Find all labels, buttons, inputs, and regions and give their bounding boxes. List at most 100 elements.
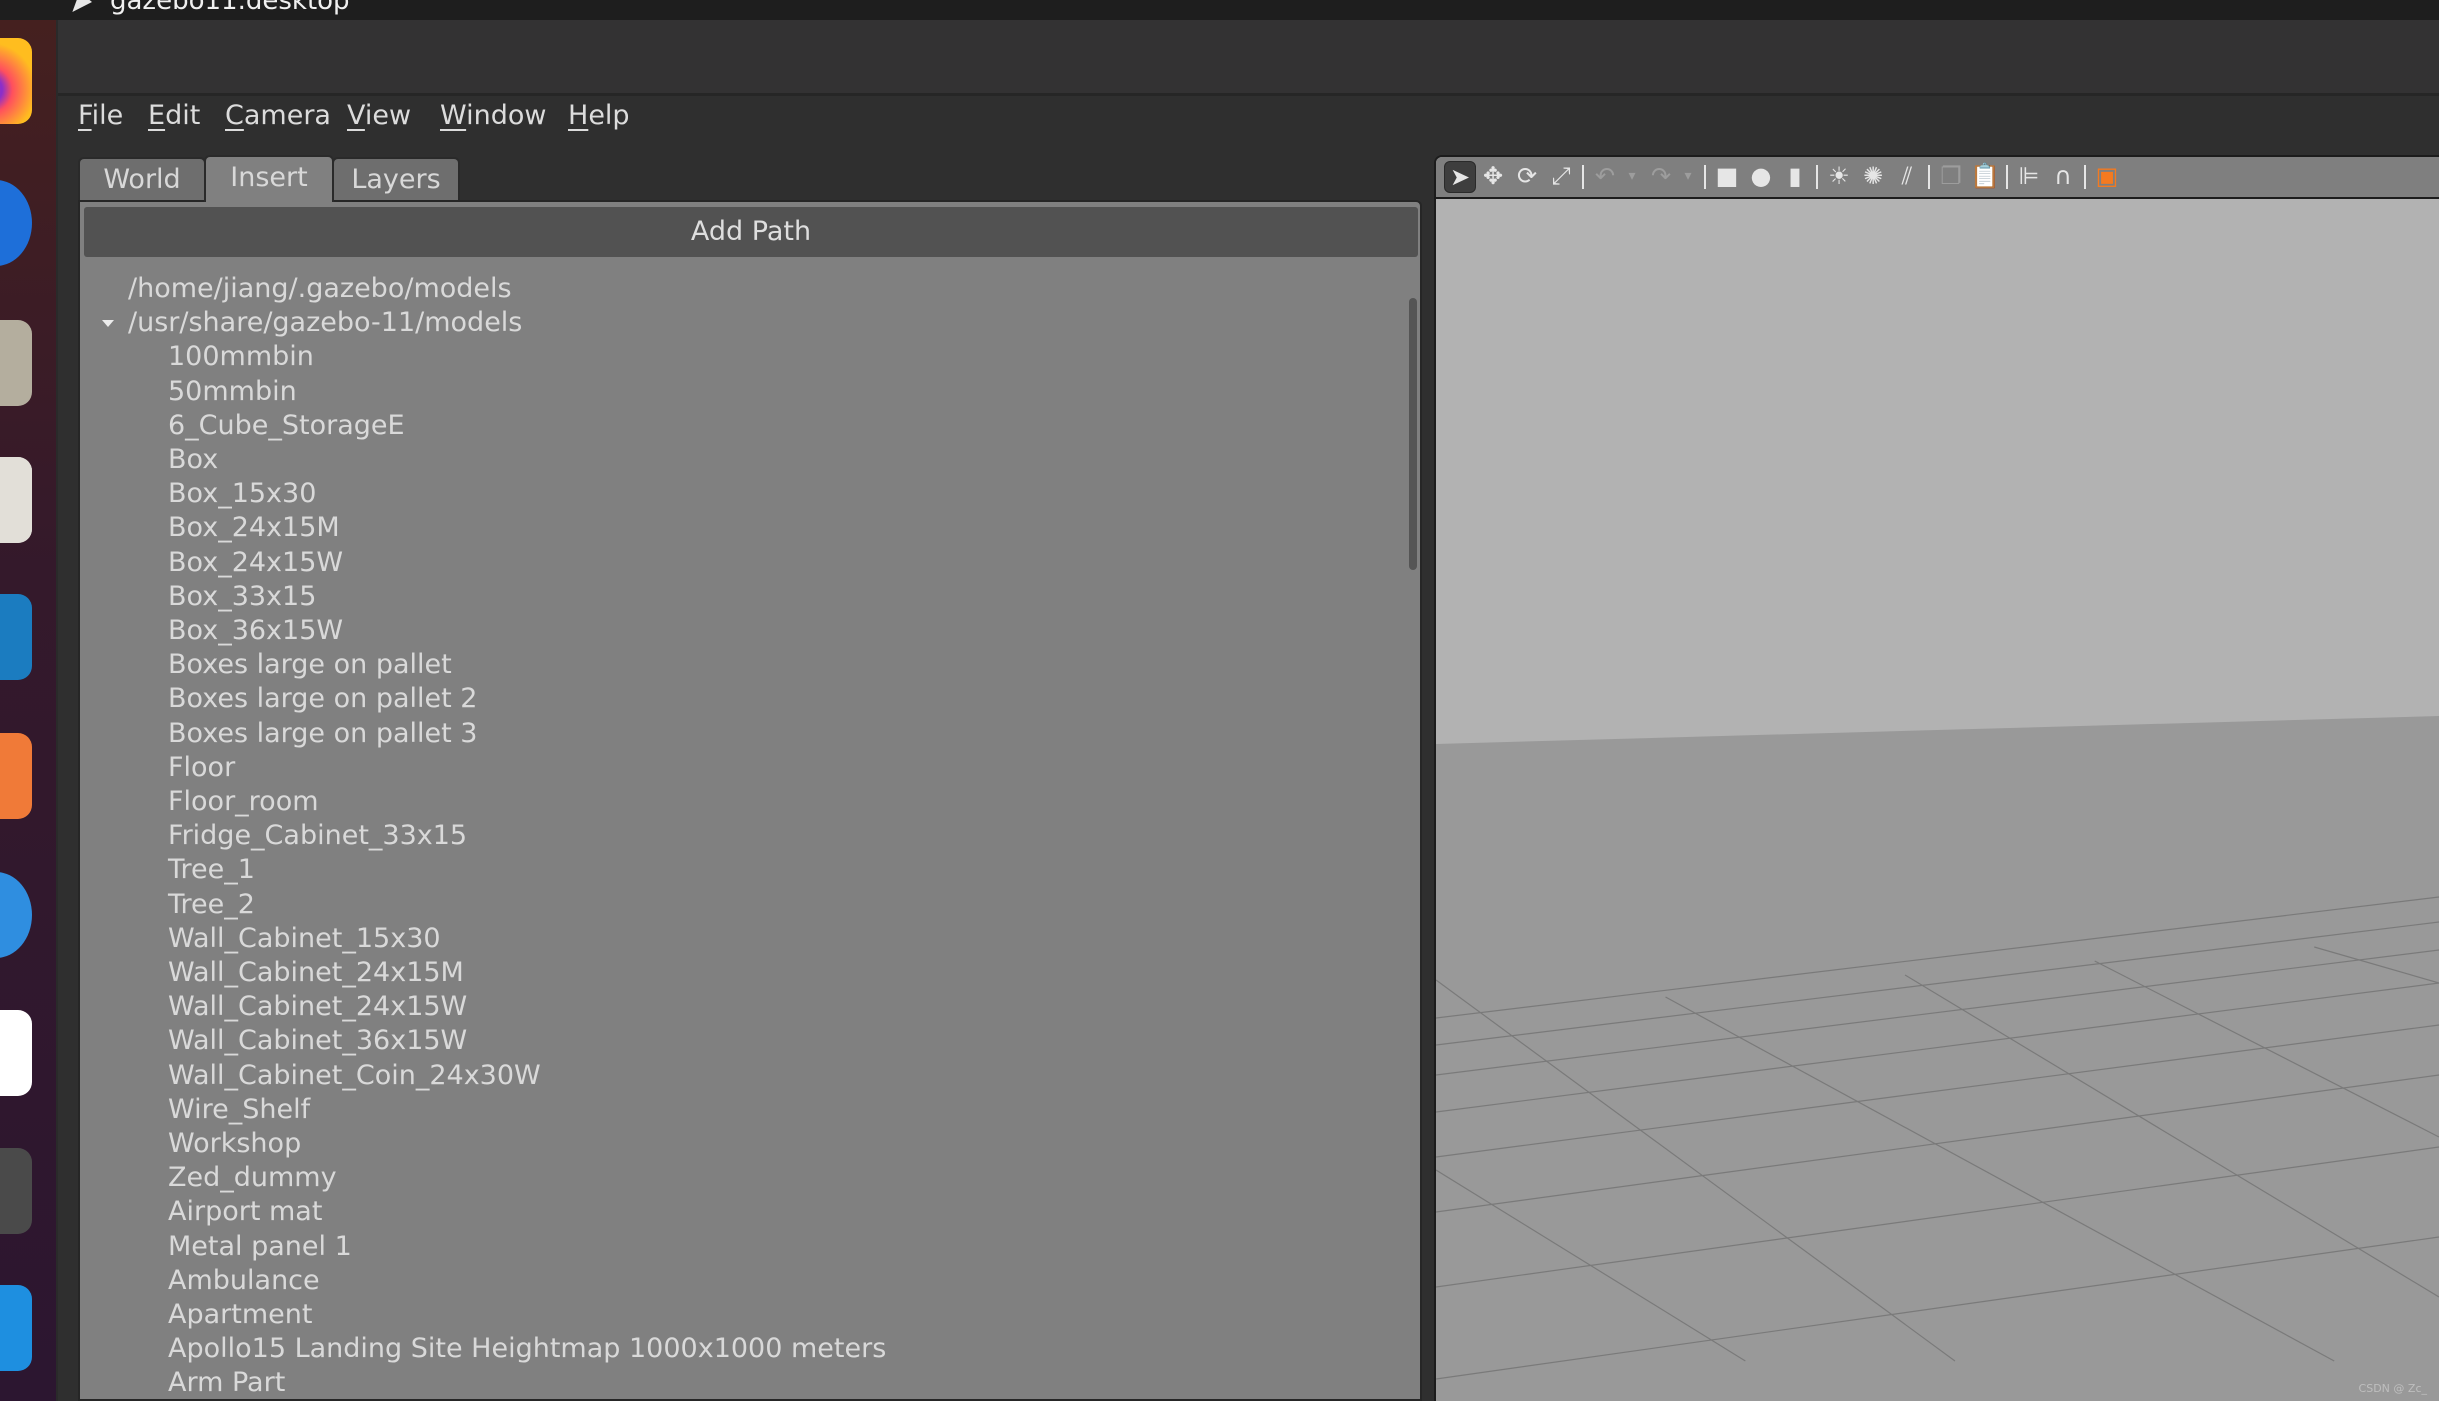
menu-mnemonic: W — [440, 100, 467, 131]
menu-label-rest: iew — [364, 100, 412, 131]
model-list-item[interactable]: Fridge_Cabinet_33x15 — [168, 819, 467, 853]
tab-world[interactable]: World — [78, 157, 206, 200]
model-list-item[interactable]: 50mmbin — [168, 375, 297, 409]
directional-light-icon: ⫽ — [1901, 162, 1913, 190]
redo-history-button[interactable]: ▾ — [1680, 161, 1696, 191]
view-angle-button[interactable]: ▣ — [2092, 161, 2122, 191]
model-list-item[interactable]: Floor — [168, 751, 235, 785]
menu-bar: File Edit Camera View Window Help — [58, 96, 2439, 154]
tab-world-label: World — [103, 164, 181, 195]
model-list-item[interactable]: Wall_Cabinet_15x30 — [168, 922, 441, 956]
model-list-item[interactable]: Box_33x15 — [168, 580, 316, 614]
menu-help[interactable]: Help — [568, 100, 630, 131]
model-list-item[interactable]: 6_Cube_StorageE — [168, 409, 405, 443]
redo-button[interactable]: ↷ — [1646, 161, 1676, 191]
model-list-item[interactable]: Boxes large on pallet — [168, 648, 452, 682]
model-list-item[interactable]: Box_24x15M — [168, 511, 340, 545]
model-list-item[interactable]: Zed_dummy — [168, 1161, 337, 1195]
model-list-item[interactable]: Box_36x15W — [168, 614, 343, 648]
rotate-mode-button[interactable]: ⟳ — [1512, 161, 1542, 191]
menu-mnemonic: F — [78, 100, 92, 131]
model-list-item[interactable]: Wall_Cabinet_24x15W — [168, 990, 467, 1024]
help-icon[interactable] — [0, 872, 32, 958]
dock-divider — [56, 20, 58, 1401]
menu-view[interactable]: View — [347, 100, 411, 131]
model-list-item[interactable]: Tree_1 — [168, 853, 255, 887]
model-path-row[interactable]: /usr/share/gazebo-11/models — [102, 306, 523, 340]
snap-button[interactable]: ∩ — [2048, 161, 2078, 191]
directional-light-button[interactable]: ⫽ — [1892, 161, 1922, 191]
menu-camera[interactable]: Camera — [225, 100, 331, 131]
window-header — [58, 20, 2439, 96]
model-path-label: /home/jiang/.gazebo/models — [128, 273, 512, 304]
model-list-item[interactable]: Wire_Shelf — [168, 1093, 310, 1127]
model-list-item[interactable]: Wall_Cabinet_36x15W — [168, 1024, 467, 1058]
document-viewer-icon[interactable] — [0, 1010, 32, 1096]
model-list-item[interactable]: Wall_Cabinet_24x15M — [168, 956, 464, 990]
model-path-row[interactable]: /home/jiang/.gazebo/models — [128, 272, 512, 306]
render-viewport[interactable]: ➤ ✥ ⟳ ⤢ ↶ ▾ ↷ ▾ ■ ● ▮ ☀ ✺ ⫽ ❐ 📋 ⊫ ∩ ▣ CSDN @ Zc_ — [1434, 155, 2439, 1401]
model-list-item[interactable]: Airport mat — [168, 1195, 322, 1229]
terminal-icon[interactable] — [0, 1148, 32, 1234]
sphere-icon: ● — [1750, 162, 1772, 190]
expand-arrow-icon[interactable] — [102, 320, 114, 328]
model-list-item[interactable]: Arm Part — [168, 1366, 285, 1400]
ground-plane — [1436, 716, 2439, 1401]
sphere-shape-button[interactable]: ● — [1746, 161, 1776, 191]
model-list-item[interactable]: Tree_2 — [168, 888, 255, 922]
tab-insert[interactable]: Insert — [204, 155, 334, 202]
menu-label-rest: ile — [91, 100, 124, 131]
spot-light-button[interactable]: ✺ — [1858, 161, 1888, 191]
undo-history-button[interactable]: ▾ — [1624, 161, 1640, 191]
model-list-item[interactable]: Ambulance — [168, 1264, 320, 1298]
tab-layers[interactable]: Layers — [332, 157, 460, 200]
files-icon[interactable] — [0, 320, 32, 406]
point-light-button[interactable]: ☀ — [1824, 161, 1854, 191]
model-path-label: /usr/share/gazebo-11/models — [128, 307, 523, 339]
software-center-icon[interactable] — [0, 733, 32, 819]
model-list-item[interactable]: 100mmbin — [168, 340, 314, 374]
model-list-item[interactable]: Metal panel 1 — [168, 1230, 352, 1264]
vscode-icon[interactable] — [0, 1285, 32, 1371]
magnet-icon: ∩ — [2054, 162, 2072, 190]
menu-label-rest: dit — [165, 100, 201, 131]
menu-edit[interactable]: Edit — [148, 100, 200, 131]
watermark: CSDN @ Zc_ — [2358, 1382, 2427, 1395]
model-list-item[interactable]: Apollo15 Landing Site Heightmap 1000x100… — [168, 1332, 886, 1366]
menu-label-rest: indow — [466, 100, 547, 131]
3d-scene[interactable] — [1436, 199, 2439, 1401]
model-list-item[interactable]: Floor_room — [168, 785, 319, 819]
scale-icon: ⤢ — [1551, 162, 1571, 190]
libreoffice-writer-icon[interactable] — [0, 594, 32, 680]
model-list-item[interactable]: Boxes large on pallet 2 — [168, 682, 478, 716]
toolbar-separator — [1704, 165, 1706, 189]
model-list-item[interactable]: Box_15x30 — [168, 477, 316, 511]
rhythmbox-icon[interactable] — [0, 457, 32, 543]
model-list-item[interactable]: Box_24x15W — [168, 546, 343, 580]
align-button[interactable]: ⊫ — [2014, 161, 2044, 191]
menu-file[interactable]: File — [78, 100, 123, 131]
model-list-scrollbar[interactable] — [1409, 298, 1417, 570]
move-arrows-icon: ✥ — [1482, 162, 1504, 190]
model-list-item[interactable]: Boxes large on pallet 3 — [168, 717, 478, 751]
toolbar-separator — [1582, 165, 1584, 189]
model-list-item[interactable]: Wall_Cabinet_Coin_24x30W — [168, 1059, 541, 1093]
menu-window[interactable]: Window — [440, 100, 546, 131]
model-list-item[interactable]: Apartment — [168, 1298, 312, 1332]
undo-button[interactable]: ↶ — [1590, 161, 1620, 191]
model-list-item[interactable]: Box — [168, 443, 218, 477]
model-list-item[interactable]: Workshop — [168, 1127, 301, 1161]
paste-icon: 📋 — [1970, 162, 2000, 190]
add-path-button[interactable]: Add Path — [84, 207, 1418, 257]
window-title: gazebo11.desktop — [110, 0, 350, 16]
scale-mode-button[interactable]: ⤢ — [1546, 161, 1576, 191]
box-shape-button[interactable]: ■ — [1712, 161, 1742, 191]
thunderbird-icon[interactable] — [0, 180, 32, 266]
cylinder-shape-button[interactable]: ▮ — [1780, 161, 1810, 191]
scene-toolbar: ➤ ✥ ⟳ ⤢ ↶ ▾ ↷ ▾ ■ ● ▮ ☀ ✺ ⫽ ❐ 📋 ⊫ ∩ ▣ — [1436, 157, 2439, 199]
select-mode-button[interactable]: ➤ — [1444, 161, 1476, 193]
paste-button[interactable]: 📋 — [1970, 161, 2000, 191]
firefox-icon[interactable] — [0, 38, 32, 124]
translate-mode-button[interactable]: ✥ — [1478, 161, 1508, 191]
copy-button[interactable]: ❐ — [1936, 161, 1966, 191]
